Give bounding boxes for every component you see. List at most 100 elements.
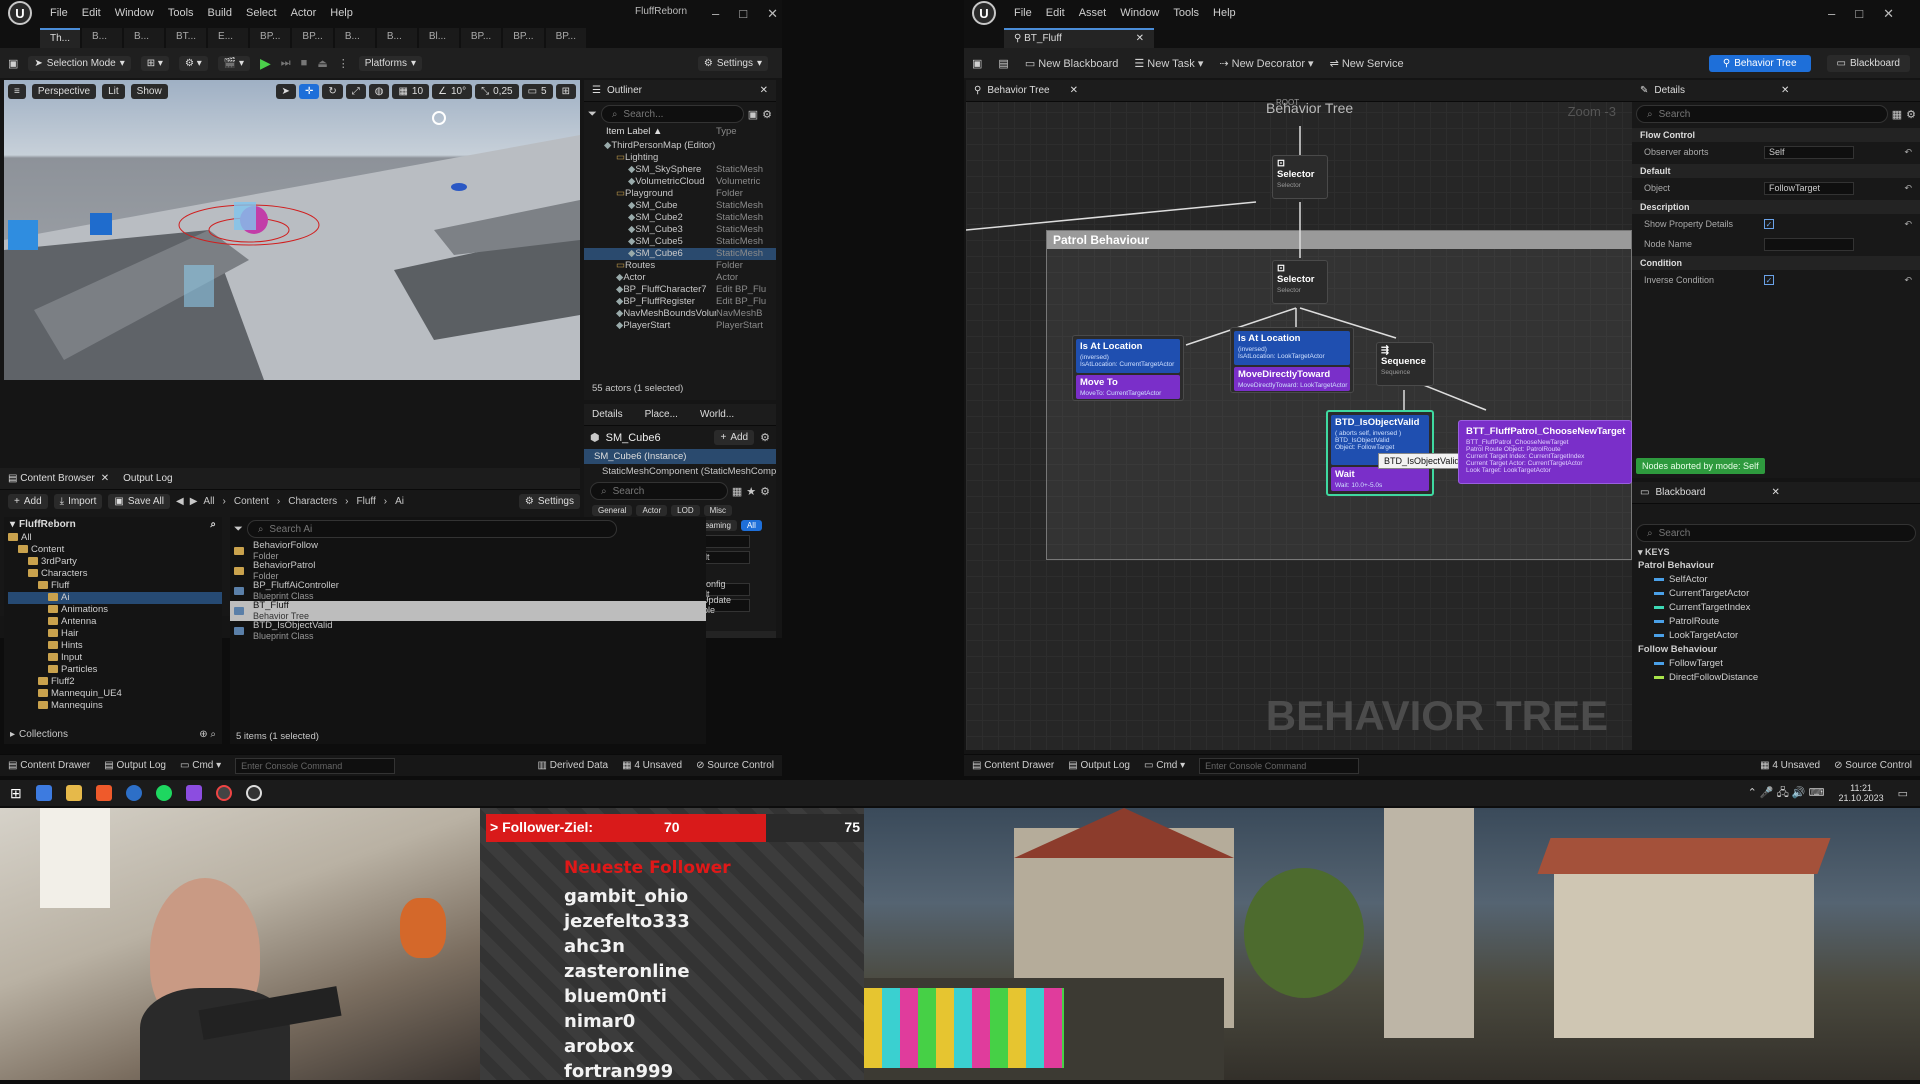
output-log-button[interactable]: ▤ Output Log xyxy=(104,760,166,771)
grid-icon[interactable]: ▦ xyxy=(1892,108,1902,121)
blackboard-key[interactable]: CurrentTargetActor xyxy=(1632,588,1920,602)
property-value[interactable]: FollowTarget xyxy=(1764,181,1854,195)
details-tab[interactable]: World... xyxy=(700,409,734,420)
rotate-icon[interactable]: ↻ xyxy=(322,84,343,99)
step-icon[interactable]: ⏭ xyxy=(281,57,291,70)
component-instance[interactable]: SM_Cube6 (Instance) xyxy=(584,449,776,464)
add-collection-icon[interactable]: ⊕ ⌕ xyxy=(199,729,216,740)
details-section[interactable]: Flow Control xyxy=(1632,128,1920,142)
back-icon[interactable]: ◀ xyxy=(176,496,184,507)
blackboard-group[interactable]: Patrol Behaviour xyxy=(1632,560,1920,574)
document-tab[interactable]: Bl... xyxy=(418,28,459,48)
gear-icon[interactable]: ⚙ xyxy=(1906,108,1916,121)
choose-new-target-node[interactable]: BTT_FluffPatrol_ChooseNewTarget BTT_Fluf… xyxy=(1458,420,1632,484)
close-icon[interactable]: ✕ xyxy=(767,6,778,22)
filter-button[interactable]: All xyxy=(740,520,762,531)
folder-tree-item[interactable]: Mannequins xyxy=(8,700,222,712)
blackboard-key[interactable]: LookTargetActor xyxy=(1632,630,1920,644)
breadcrumb-item[interactable]: Content xyxy=(234,496,269,507)
reset-icon[interactable]: ↶ xyxy=(1904,147,1912,158)
breadcrumb-item[interactable]: All xyxy=(203,496,214,507)
save-icon[interactable]: ▣ xyxy=(8,57,18,70)
menu-item[interactable]: Window xyxy=(1120,7,1159,19)
folder-tree-item[interactable]: All xyxy=(8,532,222,544)
stop-icon[interactable]: ■ xyxy=(301,57,308,69)
filter-button[interactable]: Actor xyxy=(636,505,668,516)
outliner-row[interactable]: ◆ ThirdPersonMap (Editor) xyxy=(584,140,776,152)
unreal-logo-icon[interactable]: U xyxy=(972,1,996,25)
new-task-button[interactable]: ☰ New Task ▾ xyxy=(1134,57,1203,70)
bt-details-tab[interactable]: Details xyxy=(1654,85,1685,96)
windows-start-icon[interactable]: ⊞ xyxy=(10,785,22,802)
content-drawer-button[interactable]: ▤ Content Drawer xyxy=(972,760,1054,771)
forward-icon[interactable]: ▶ xyxy=(190,496,198,507)
blackboard-tab[interactable]: Blackboard xyxy=(1655,487,1705,498)
details-tab[interactable]: Place... xyxy=(645,409,678,420)
collections-row[interactable]: ▸ Collections ⊕ ⌕ xyxy=(10,729,216,740)
outliner-row[interactable]: ◆ BP_FluffCharacter7 Edit BP_Flu xyxy=(584,284,776,296)
document-tab[interactable]: BT... xyxy=(166,28,207,48)
reset-icon[interactable]: ↶ xyxy=(1904,219,1912,230)
details-section[interactable]: Description xyxy=(1632,200,1920,214)
import-button[interactable]: ⤓ Import xyxy=(53,493,103,509)
content-settings-button[interactable]: ⚙ Settings xyxy=(518,493,580,509)
tab-bt-fluff[interactable]: ⚲ BT_Fluff ✕ xyxy=(1004,28,1154,48)
perspective-button[interactable]: Perspective xyxy=(31,84,97,99)
filter-button[interactable]: General xyxy=(592,505,633,516)
folder-tree-item[interactable]: Characters xyxy=(8,568,222,580)
outliner-row[interactable]: ◆ SM_Cube3 StaticMesh xyxy=(584,224,776,236)
bt-details-search-input[interactable]: ⌕ Search xyxy=(1636,105,1888,123)
grid-snap-button[interactable]: ▦ 10 xyxy=(392,84,430,99)
viewport-menu-button[interactable]: ≡ xyxy=(8,84,26,99)
blackboard-key[interactable]: DirectFollowDistance xyxy=(1632,672,1920,686)
folder-tree-item[interactable]: Animations xyxy=(8,604,222,616)
column-item-label[interactable]: Item Label ▲ xyxy=(606,126,716,140)
outliner-tab[interactable]: Outliner xyxy=(607,85,642,96)
blackboard-search-input[interactable]: ⌕ Search xyxy=(1636,524,1916,542)
output-log-tab[interactable]: Output Log xyxy=(123,473,172,484)
maximize-icon[interactable]: □ xyxy=(739,6,747,22)
add-component-button[interactable]: + Add xyxy=(714,430,755,445)
property-value[interactable] xyxy=(1764,237,1854,251)
new-decorator-button[interactable]: ⇢ New Decorator ▾ xyxy=(1219,57,1313,70)
cinematics-button[interactable]: 🎬 ▾ xyxy=(217,55,250,71)
folder-tree-item[interactable]: Ai xyxy=(8,592,222,604)
reset-icon[interactable]: ↶ xyxy=(1904,275,1912,286)
unsaved-button[interactable]: ▦ 4 Unsaved xyxy=(1760,760,1820,771)
outliner-row[interactable]: ◆ PlayerStart PlayerStart xyxy=(584,320,776,332)
filter-icon[interactable]: ⏷ xyxy=(234,523,243,536)
close-icon[interactable]: ✕ xyxy=(760,85,768,96)
document-tab[interactable]: Th... xyxy=(40,28,81,48)
menu-item[interactable]: Edit xyxy=(1046,7,1065,19)
console-input[interactable]: Enter Console Command xyxy=(235,757,396,774)
property-value[interactable]: Self xyxy=(1764,145,1854,159)
select-icon[interactable]: ➤ xyxy=(275,84,296,99)
sequence-node[interactable]: ⇶ Sequence Sequence xyxy=(1376,342,1434,386)
behavior-tree-mode-button[interactable]: ⚲ Behavior Tree xyxy=(1708,54,1811,72)
menu-item[interactable]: File xyxy=(1014,7,1032,19)
outliner-search-input[interactable]: ⌕ Search... xyxy=(600,105,744,123)
unreal-editor-icon[interactable] xyxy=(245,785,262,801)
show-button[interactable]: Show xyxy=(130,84,168,99)
spotify-icon[interactable] xyxy=(155,785,172,801)
document-tab[interactable]: E... xyxy=(208,28,249,48)
more-icon[interactable]: ⋮ xyxy=(338,57,349,70)
file-explorer-icon[interactable] xyxy=(65,785,82,801)
menu-item[interactable]: Tools xyxy=(168,7,194,19)
static-mesh-component[interactable]: StaticMeshComponent (StaticMeshCompon xyxy=(584,464,776,479)
scale-icon[interactable]: ⤢ xyxy=(345,84,366,99)
document-tab[interactable]: BP... xyxy=(460,28,502,48)
menu-item[interactable]: Asset xyxy=(1079,7,1107,19)
document-tab[interactable]: B... xyxy=(334,28,375,48)
content-drawer-button[interactable]: ▤ Content Drawer xyxy=(8,760,90,771)
close-icon[interactable]: ✕ xyxy=(1781,85,1789,96)
folder-tree-item[interactable]: Mannequin_UE4 xyxy=(8,688,222,700)
document-tab[interactable]: BP... xyxy=(250,28,291,48)
menu-item[interactable]: Help xyxy=(330,7,353,19)
blackboard-group[interactable]: Follow Behaviour xyxy=(1632,644,1920,658)
asset-item[interactable]: BehaviorPatrol Folder xyxy=(230,561,706,581)
outliner-row[interactable]: ▭ Routes Folder xyxy=(584,260,776,272)
close-icon[interactable]: ✕ xyxy=(1883,6,1894,22)
camera-speed-button[interactable]: ▭ 5 xyxy=(521,84,553,99)
folder-tree-item[interactable]: Hints xyxy=(8,640,222,652)
